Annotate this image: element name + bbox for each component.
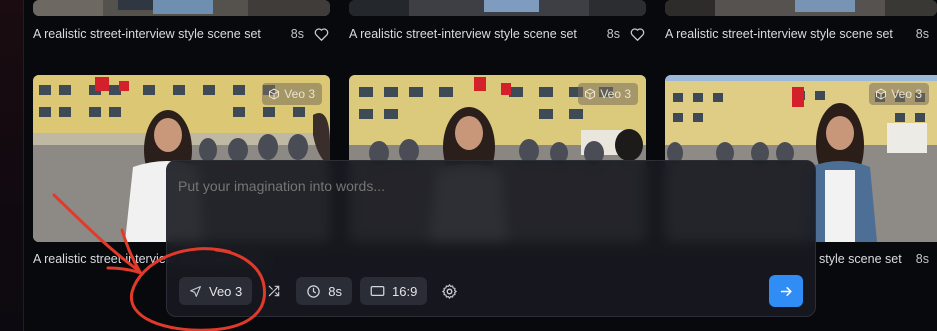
model-selector-label: Veo 3 <box>209 283 243 299</box>
video-duration: 8s <box>290 27 304 41</box>
prompt-input[interactable] <box>178 178 798 194</box>
prompt-composer: Veo 3 8s 16:9 <box>166 160 816 317</box>
video-caption: style scene set <box>819 252 902 266</box>
left-sidebar-rail <box>0 0 24 331</box>
gear-icon <box>442 283 457 299</box>
video-caption: A realistic street-interview style scene… <box>349 27 577 41</box>
aspect-ratio-icon <box>370 286 385 296</box>
model-badge: Veo 3 <box>578 83 638 105</box>
settings-button[interactable] <box>435 277 463 305</box>
arrow-right-icon <box>780 286 792 296</box>
heart-icon[interactable] <box>312 25 330 43</box>
video-caption: A realistic street-interview style scene… <box>33 27 261 41</box>
video-thumbnail[interactable] <box>33 0 330 16</box>
model-selector-button[interactable]: Veo 3 <box>179 277 253 305</box>
send-arrow-icon <box>190 285 201 297</box>
video-duration: 8s <box>915 252 929 266</box>
clock-icon <box>307 284 321 298</box>
video-duration: 8s <box>606 27 620 41</box>
model-badge: Veo 3 <box>262 83 322 105</box>
submit-button[interactable] <box>769 275 803 307</box>
duration-selector-label: 8s <box>328 283 342 299</box>
duration-selector-button[interactable]: 8s <box>296 277 352 305</box>
shuffle-icon <box>269 285 280 297</box>
model-badge-label: Veo 3 <box>284 87 315 101</box>
video-thumbnail[interactable] <box>349 0 646 16</box>
model-badge-label: Veo 3 <box>891 87 922 101</box>
aspect-ratio-label: 16:9 <box>392 283 418 299</box>
model-badge: Veo 3 <box>869 83 929 105</box>
aspect-ratio-button[interactable]: 16:9 <box>360 277 428 305</box>
model-badge-label: Veo 3 <box>600 87 631 101</box>
video-caption: A realistic street-interview style scene… <box>665 27 893 41</box>
composer-toolbar: Veo 3 8s 16:9 <box>179 276 463 306</box>
video-duration: 8s <box>915 27 929 41</box>
shuffle-button[interactable] <box>260 277 288 305</box>
video-thumbnail[interactable] <box>665 0 937 16</box>
heart-icon[interactable] <box>628 25 646 43</box>
